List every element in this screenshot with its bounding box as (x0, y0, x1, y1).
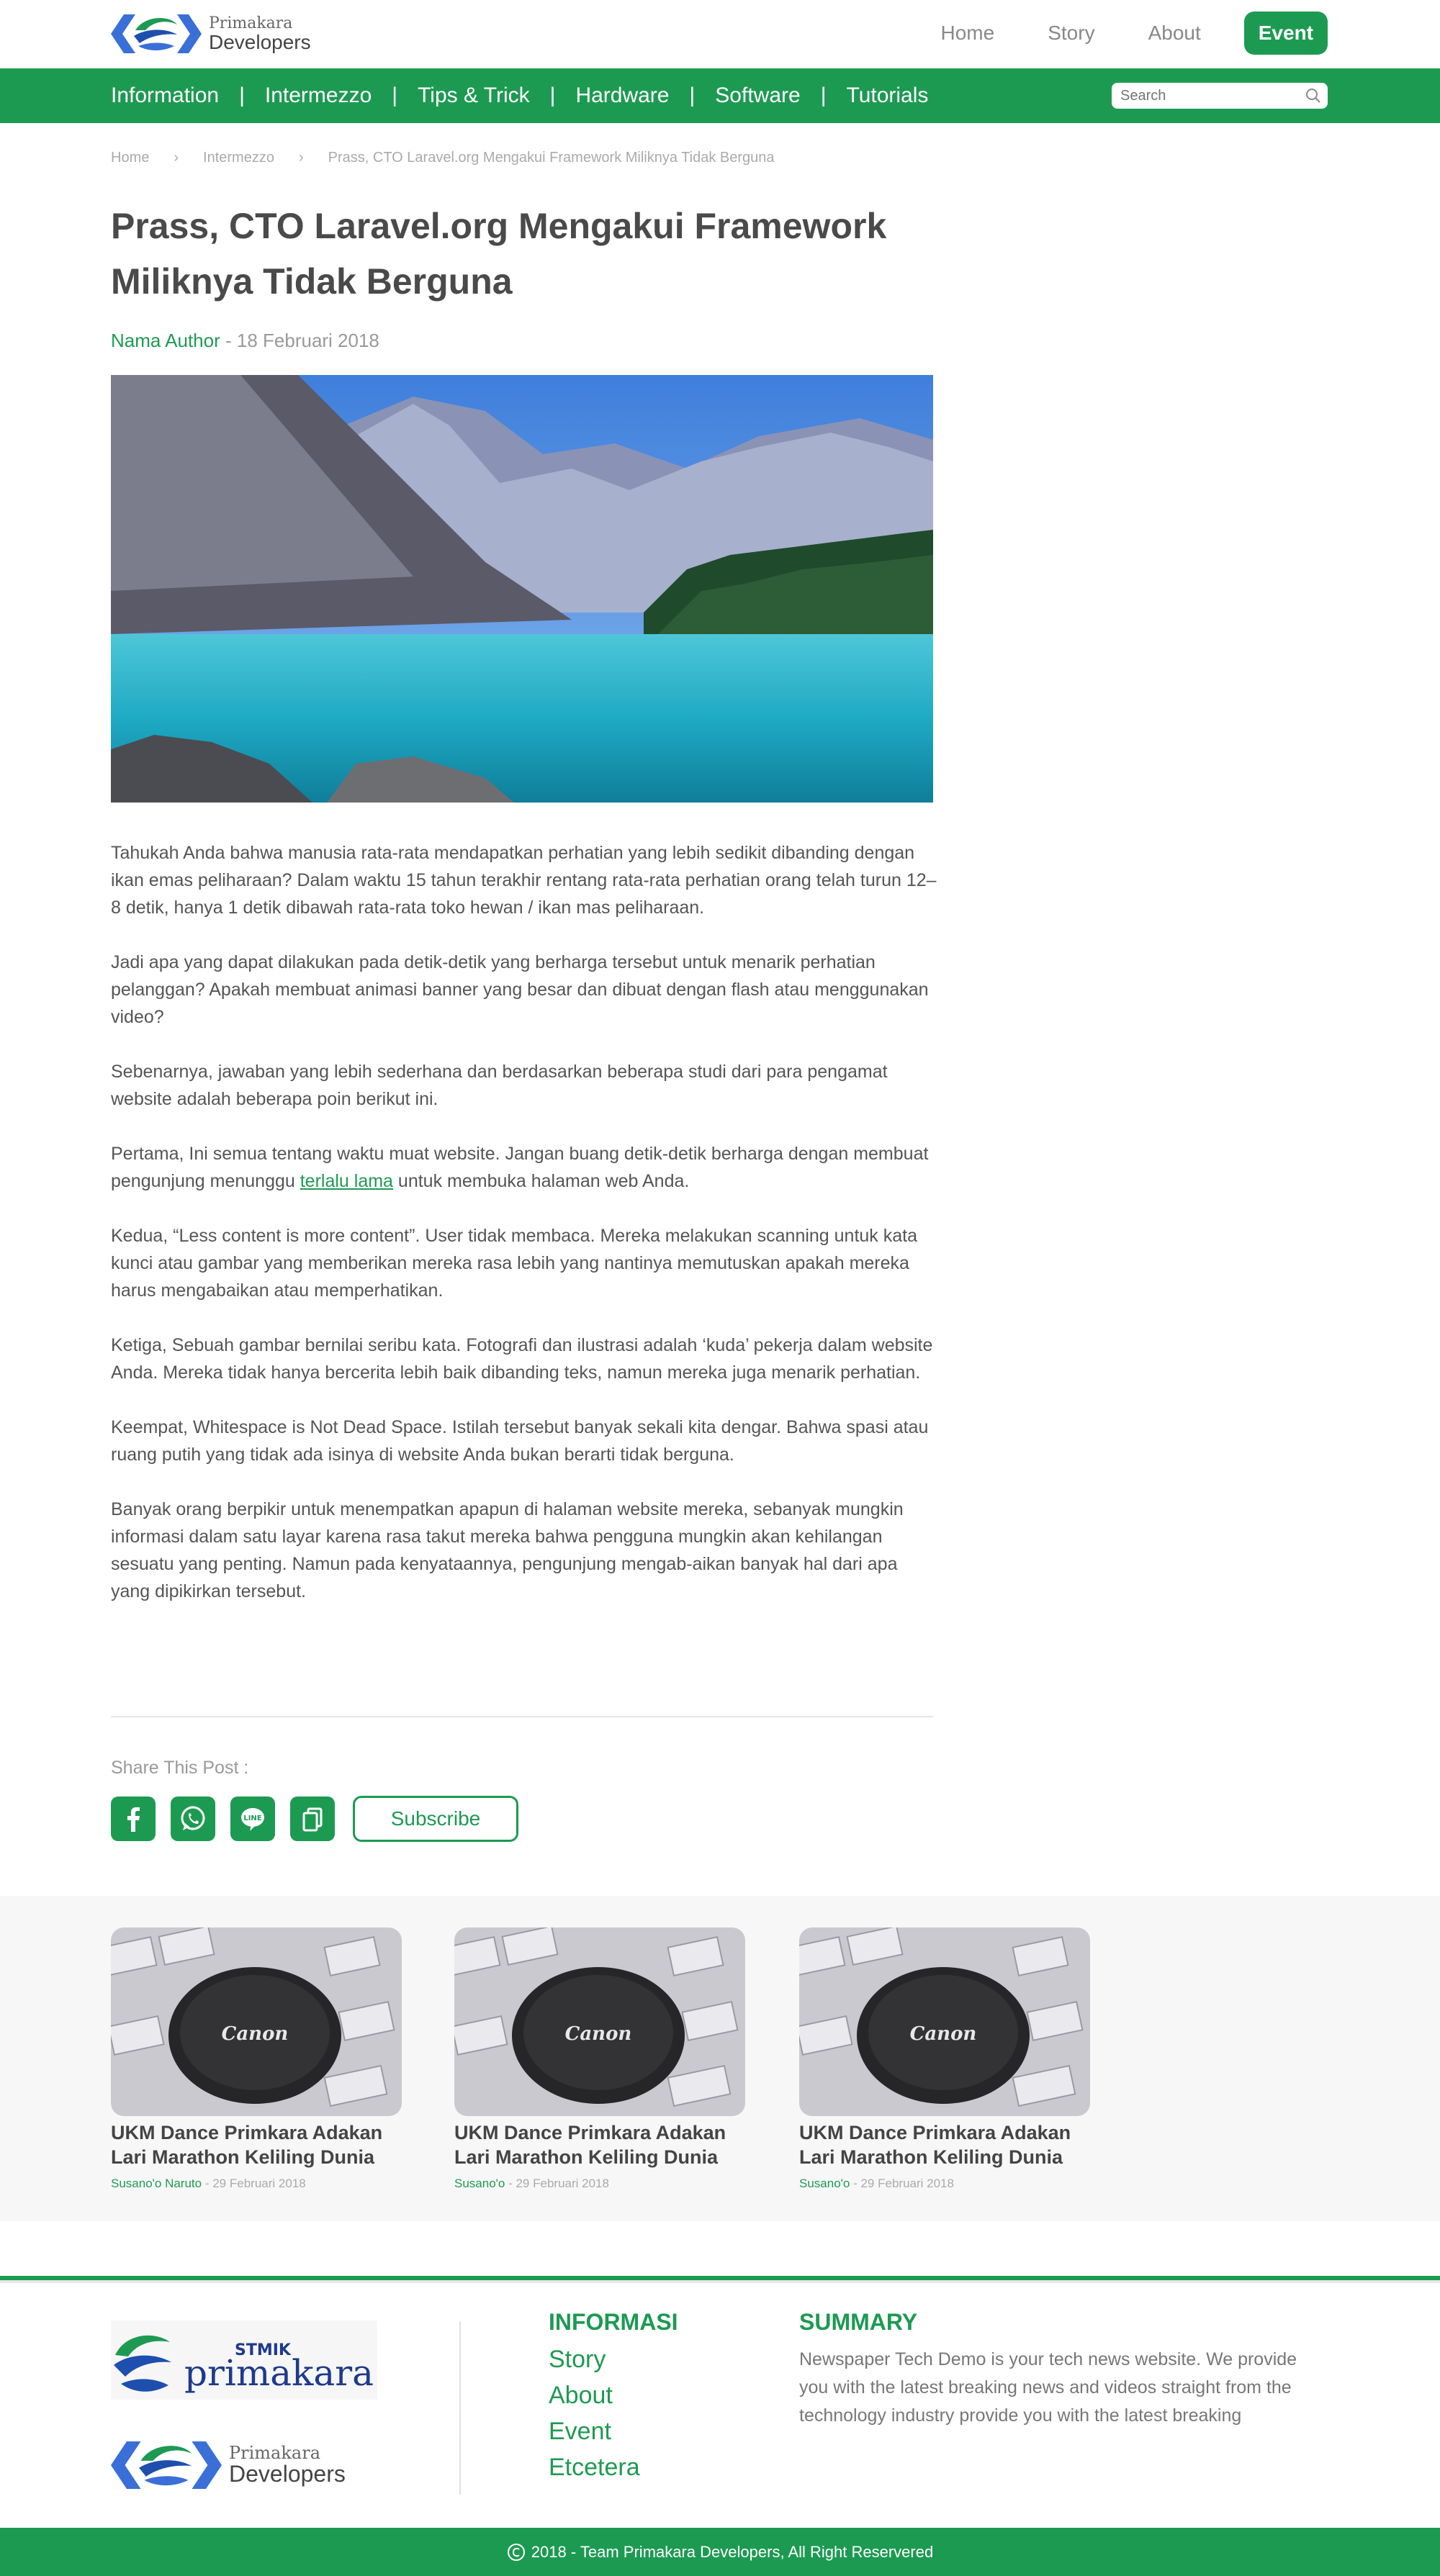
chevron-right-icon: › (298, 150, 304, 166)
footer-logo-line1: Primakara (229, 2442, 320, 2463)
line-icon: LINE (241, 1808, 264, 1831)
category-software[interactable]: Software (715, 83, 800, 108)
primakara-logo-icon (111, 14, 202, 54)
breadcrumb-home[interactable]: Home (111, 150, 149, 166)
summary-text: Newspaper Tech Demo is your tech news we… (799, 2349, 1297, 2426)
article-paragraph: Ketiga, Sebuah gambar bernilai seribu ka… (111, 1335, 933, 1383)
category-separator: | (549, 83, 556, 107)
related-date: - 29 Februari 2018 (508, 2177, 609, 2190)
footer-link-event[interactable]: Event (549, 2413, 678, 2449)
top-nav: Home Story About Event (888, 12, 1328, 55)
stmik-primakara-logo: STMIK primakara (111, 2320, 377, 2400)
nav-home-link[interactable]: Home (941, 22, 995, 45)
svg-text:Canon: Canon (565, 2023, 632, 2045)
stmik-line2: primakara (184, 2352, 374, 2394)
svg-text:LINE: LINE (243, 1815, 261, 1822)
related-thumbnail[interactable]: Canon (799, 1928, 1090, 2116)
top-header: Primakara Developers Home Story About Ev… (0, 0, 1440, 68)
breadcrumb-current: Prass, CTO Laravel.org Mengakui Framewor… (328, 150, 775, 166)
related-title[interactable]: UKM Dance Primkara Adakan Lari Marathon … (111, 2120, 402, 2169)
share-row: LINE Subscribe (111, 1796, 518, 1842)
primakara-logo-icon (111, 2440, 222, 2490)
category-separator: | (820, 83, 827, 107)
share-whatsapp-button[interactable] (171, 1797, 215, 1841)
article-meta: Nama Author - 18 Februari 2018 (111, 330, 379, 351)
event-button[interactable]: Event (1243, 12, 1328, 55)
category-information[interactable]: Information (111, 83, 219, 108)
footer-summary: SUMMARY Newspaper Tech Demo is your tech… (799, 2309, 1303, 2430)
whatsapp-icon (181, 1806, 205, 1830)
category-separator: | (239, 83, 245, 107)
chevron-right-icon: › (174, 150, 179, 166)
article-body: Tahukah Anda bahwa manusia rata-rata men… (111, 839, 939, 1632)
related-posts: Canon UKM Dance Primkara Adakan Lari Mar… (0, 1896, 1440, 2221)
article-paragraph: Tahukah Anda bahwa manusia rata-rata men… (111, 843, 937, 918)
related-author[interactable]: Susano'o Naruto (111, 2177, 202, 2190)
related-thumbnail[interactable]: Canon (454, 1928, 745, 2116)
related-author[interactable]: Susano'o (799, 2177, 850, 2190)
category-hardware[interactable]: Hardware (575, 83, 669, 108)
related-thumbnail[interactable]: Canon (111, 1928, 402, 2116)
category-tutorials[interactable]: Tutorials (846, 83, 928, 108)
divider (111, 1716, 933, 1717)
nav-story-link[interactable]: Story (1048, 22, 1094, 45)
search-box (1112, 83, 1328, 109)
share-facebook-button[interactable] (111, 1797, 156, 1841)
footer-divider (459, 2322, 461, 2495)
related-date: - 29 Februari 2018 (204, 2177, 306, 2190)
related-title[interactable]: UKM Dance Primkara Adakan Lari Marathon … (799, 2120, 1090, 2169)
footer-developers-logo: Primakara Developers (111, 2433, 356, 2498)
copyright-text: 2018 - Team Primakara Developers, All Ri… (531, 2542, 934, 2561)
inline-link[interactable]: terlalu lama (300, 1171, 393, 1191)
share-copy-button[interactable] (290, 1797, 335, 1841)
article-paragraph: Banyak orang berpikir untuk menempatkan … (111, 1499, 904, 1601)
copyright-icon (507, 2543, 525, 2561)
article-paragraph: Sebenarnya, jawaban yang lebih sederhana… (111, 1062, 888, 1109)
share-line-button[interactable]: LINE (230, 1797, 275, 1841)
facebook-icon (127, 1807, 140, 1832)
article-date: 18 Februari 2018 (236, 330, 379, 351)
copy-icon (302, 1807, 323, 1832)
footer-informasi: INFORMASI Story About Event Etcetera (549, 2309, 678, 2485)
article-title: Prass, CTO Laravel.org Mengakui Framewor… (111, 206, 887, 302)
related-card[interactable]: Canon UKM Dance Primkara Adakan Lari Mar… (799, 1928, 1090, 2191)
hero-image (111, 375, 933, 803)
summary-heading: SUMMARY (799, 2309, 918, 2335)
informasi-heading: INFORMASI (549, 2309, 678, 2335)
svg-text:Canon: Canon (222, 2023, 289, 2045)
category-separator: | (689, 83, 696, 107)
search-icon[interactable] (1305, 87, 1322, 104)
copyright-bar: 2018 - Team Primakara Developers, All Ri… (0, 2528, 1440, 2576)
related-card[interactable]: Canon UKM Dance Primkara Adakan Lari Mar… (454, 1928, 745, 2191)
related-card[interactable]: Canon UKM Dance Primkara Adakan Lari Mar… (111, 1928, 402, 2191)
footer-link-etcetera[interactable]: Etcetera (549, 2449, 678, 2485)
breadcrumb: Home › Intermezzo › Prass, CTO Laravel.o… (111, 150, 775, 166)
footer-link-story[interactable]: Story (549, 2341, 678, 2377)
category-bar: Information | Intermezzo | Tips & Trick … (0, 68, 1440, 123)
share-label: Share This Post : (111, 1758, 249, 1778)
article-paragraph: Kedua, “Less content is more content”. U… (111, 1226, 918, 1301)
related-title[interactable]: UKM Dance Primkara Adakan Lari Marathon … (454, 2120, 745, 2169)
footer-logo-line2: Developers (229, 2460, 346, 2487)
footer-border (0, 2280, 1440, 2283)
category-tips-trick[interactable]: Tips & Trick (418, 83, 530, 108)
article-paragraph: Keempat, Whitespace is Not Dead Space. I… (111, 1417, 929, 1465)
breadcrumb-intermezzo[interactable]: Intermezzo (203, 150, 274, 166)
logo-line1: Primakara (209, 14, 293, 32)
related-author[interactable]: Susano'o (454, 2177, 505, 2190)
nav-about-link[interactable]: About (1148, 22, 1201, 45)
logo-line2: Developers (209, 30, 311, 53)
search-input[interactable] (1112, 83, 1284, 109)
site-logo[interactable]: Primakara Developers (111, 9, 311, 59)
related-date: - 29 Februari 2018 (853, 2177, 954, 2190)
svg-text:Canon: Canon (910, 2023, 977, 2045)
category-separator: | (392, 83, 398, 107)
category-intermezzo[interactable]: Intermezzo (265, 83, 372, 108)
subscribe-button[interactable]: Subscribe (353, 1796, 518, 1842)
footer-link-about[interactable]: About (549, 2377, 678, 2413)
article-author[interactable]: Nama Author (111, 330, 220, 351)
article-paragraph: Jadi apa yang dapat dilakukan pada detik… (111, 952, 929, 1027)
article-paragraph: Pertama, Ini semua tentang waktu muat we… (111, 1144, 929, 1191)
